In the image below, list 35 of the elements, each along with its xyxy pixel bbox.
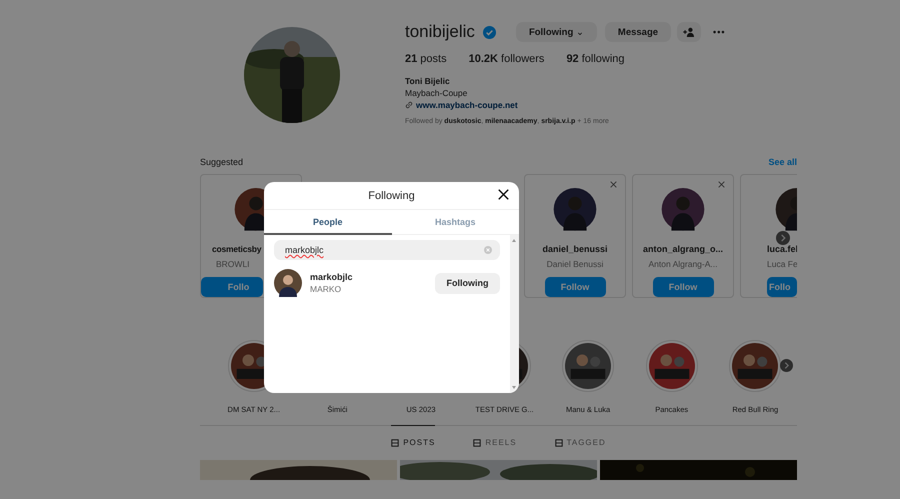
- stat[interactable]: 21 posts: [405, 53, 447, 71]
- result-username[interactable]: markobjlc: [310, 272, 435, 282]
- close-icon[interactable]: [498, 189, 509, 200]
- dialog-title: Following: [368, 190, 415, 202]
- dialog-tab[interactable]: People: [264, 210, 392, 235]
- suggested-name: BROWLI: [216, 258, 250, 269]
- stat[interactable]: 92 following: [566, 53, 625, 71]
- profile-tab[interactable]: REELS: [473, 425, 517, 456]
- scrollbar[interactable]: [510, 235, 519, 393]
- person-plus-icon: [683, 27, 696, 37]
- more-button[interactable]: •••: [713, 27, 726, 37]
- suggested-name: Luca Fe: [767, 258, 797, 269]
- search-field[interactable]: markobjlc: [274, 240, 500, 260]
- suggested-name: Anton Algrang-A...: [648, 258, 718, 269]
- add-person-button[interactable]: [677, 22, 702, 42]
- following-button[interactable]: Following ⌄: [516, 22, 597, 42]
- dialog-tab[interactable]: Hashtags: [392, 210, 519, 235]
- suggested-username[interactable]: anton_algrang_o...: [642, 244, 723, 254]
- suggested-username[interactable]: luca.fel: [767, 244, 797, 254]
- suggested-username[interactable]: daniel_benussi: [542, 244, 608, 254]
- stat[interactable]: 10.2K followers: [468, 53, 544, 71]
- following-button[interactable]: Following: [435, 272, 500, 294]
- grid-icon: [391, 438, 400, 446]
- website-link[interactable]: www.maybach-coupe.net: [416, 100, 518, 110]
- suggested-username[interactable]: cosmeticsby: [212, 244, 262, 254]
- suggested-name: Daniel Benussi: [546, 258, 604, 269]
- profile-tab[interactable]: TAGGED: [554, 425, 606, 456]
- username: tonibijelic: [405, 22, 475, 42]
- message-button[interactable]: Message: [604, 22, 672, 42]
- result-name: MARKO: [310, 284, 342, 294]
- profile-tab[interactable]: POSTS: [391, 425, 436, 456]
- bio: Maybach-Coupe: [405, 88, 468, 98]
- suggested-heading: Suggested: [200, 157, 244, 167]
- link-icon: [405, 101, 413, 109]
- full-name: Toni Bijelic: [405, 76, 451, 86]
